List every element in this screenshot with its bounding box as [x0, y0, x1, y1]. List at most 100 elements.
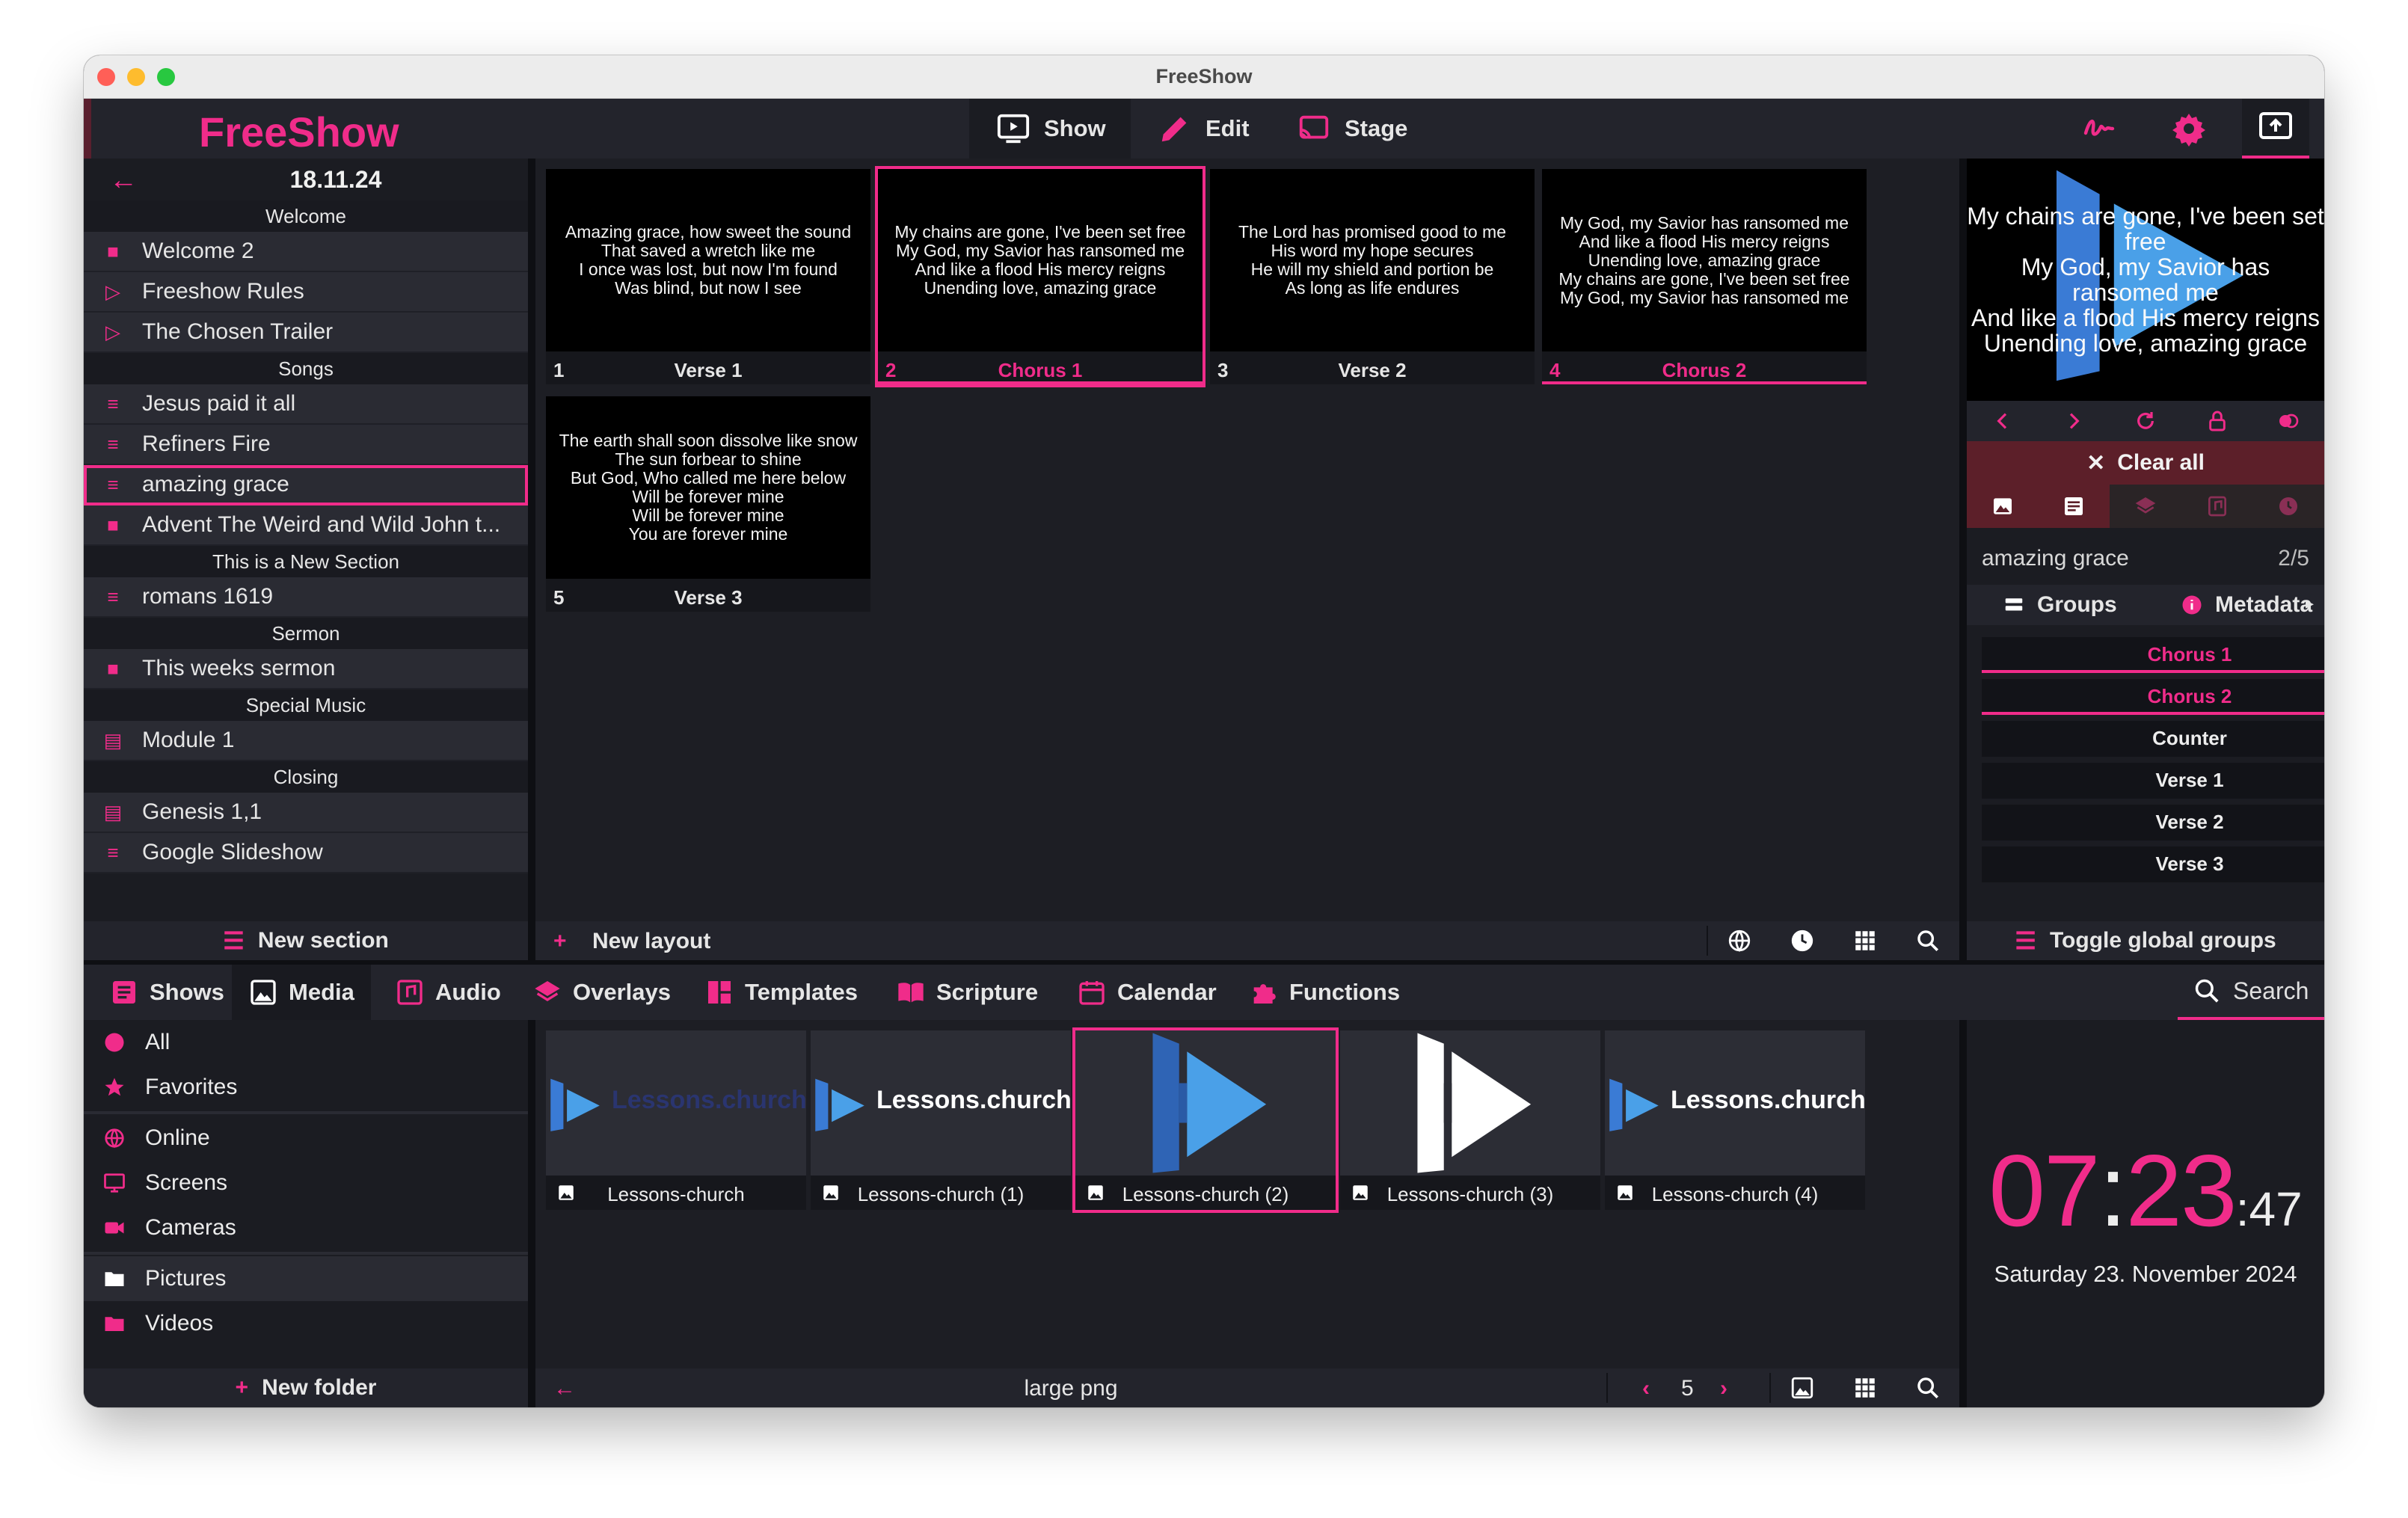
slide-number: 5	[553, 586, 565, 609]
tab-media[interactable]: Media	[232, 965, 371, 1020]
slide-text: The earth shall soon dissolve like snow T…	[559, 431, 858, 544]
media-item[interactable]: Lessons-church (3)	[1340, 1030, 1600, 1210]
new-layout-button[interactable]: New layout	[592, 929, 710, 954]
chevron-left-icon[interactable]: ‹	[1642, 1376, 1650, 1401]
grid-button[interactable]	[1834, 921, 1896, 960]
project-item[interactable]: ■ Advent The Weird and Wild John t...	[84, 506, 528, 546]
toggle-global-groups-button[interactable]: ☰ Toggle global groups	[1967, 921, 2324, 960]
media-nav-item[interactable]: Favorites	[84, 1065, 528, 1110]
clear-timer-button[interactable]	[2252, 485, 2324, 528]
calendar-icon	[1079, 981, 1105, 1005]
media-nav-item[interactable]: Videos	[84, 1301, 528, 1346]
media-nav-item[interactable]: Online	[84, 1116, 528, 1161]
slide-card[interactable]: The Lord has promised good to me His word…	[1210, 169, 1535, 384]
preview-line: And like a flood His mercy reigns	[1971, 304, 2320, 331]
project-item[interactable]: ▤ Module 1	[84, 721, 528, 761]
panel-divider	[1959, 159, 1967, 960]
layers-icon	[2135, 497, 2156, 514]
chevron-left-icon[interactable]	[1991, 409, 2015, 433]
output-preview[interactable]: My chains are gone, I've been set free My…	[1967, 159, 2324, 401]
zoom-button[interactable]	[1896, 1368, 1959, 1407]
slide-group-name: Chorus 2	[1662, 359, 1747, 381]
search-input[interactable]: Search	[2178, 965, 2324, 1020]
project-item[interactable]: ≡ romans 1619	[84, 577, 528, 618]
chevron-right-icon[interactable]: ›	[1720, 1376, 1727, 1401]
clear-overlays-button[interactable]	[2110, 485, 2181, 528]
slide-card[interactable]: My God, my Savior has ransomed me And lik…	[1542, 169, 1867, 384]
tab-templates[interactable]: Templates	[704, 965, 858, 1020]
music-icon	[397, 980, 423, 1005]
new-section-button[interactable]: ☰ New section	[84, 921, 528, 960]
project-item[interactable]: ≡ Jesus paid it all	[84, 384, 528, 425]
project-item[interactable]: ▷ Freeshow Rules	[84, 272, 528, 313]
lock-icon[interactable]	[2205, 409, 2229, 433]
project-item[interactable]: ≡ Refiners Fire	[84, 425, 528, 465]
toggle-icon[interactable]	[2276, 409, 2300, 433]
slide-card[interactable]: The earth shall soon dissolve like snow T…	[546, 396, 870, 612]
output-button[interactable]	[2242, 99, 2309, 159]
image-view-button[interactable]	[1771, 1368, 1834, 1407]
media-item[interactable]: Lessons.church Lessons-church	[546, 1030, 806, 1210]
group-item[interactable]: Verse 1	[1982, 763, 2324, 799]
clear-audio-button[interactable]	[2181, 485, 2253, 528]
clear-background-button[interactable]	[1967, 485, 2039, 528]
zoom-button[interactable]	[1896, 921, 1959, 960]
media-thumbnail	[1340, 1030, 1600, 1176]
globe-button[interactable]	[1708, 921, 1771, 960]
slide-preview: The earth shall soon dissolve like snow T…	[546, 396, 870, 579]
group-item[interactable]: Verse 3	[1982, 846, 2324, 882]
output-controls	[1967, 401, 2324, 441]
clock-button[interactable]	[1771, 921, 1834, 960]
media-item[interactable]: Lessons.church Lessons-church (1)	[811, 1030, 1071, 1210]
chevron-right-icon[interactable]: ▸	[2306, 594, 2314, 613]
media-nav-item[interactable]: Pictures	[84, 1256, 528, 1301]
slide-group-name: Verse 2	[1338, 359, 1407, 381]
tab-functions[interactable]: Functions	[1249, 965, 1400, 1020]
media-nav-item[interactable]: All	[84, 1020, 528, 1065]
clear-all-button[interactable]: ✕ Clear all	[1967, 441, 2324, 485]
group-item[interactable]: Chorus 1	[1982, 637, 2324, 673]
media-nav-item[interactable]: Screens	[84, 1161, 528, 1205]
tab-show[interactable]: Show	[969, 99, 1131, 159]
tab-stage[interactable]: Stage	[1270, 99, 1427, 159]
folder-icon	[103, 1267, 126, 1290]
slide-preview: My chains are gone, I've been set free My…	[878, 169, 1203, 351]
tab-overlays[interactable]: Overlays	[532, 965, 671, 1020]
image-icon	[1791, 1377, 1813, 1399]
tab-calendar[interactable]: Calendar	[1077, 965, 1217, 1020]
slide-card[interactable]: My chains are gone, I've been set free My…	[875, 166, 1205, 387]
media-caption: Lessons-church (3)	[1340, 1176, 1600, 1210]
group-item[interactable]: Counter	[1982, 721, 2324, 757]
slide-card[interactable]: Amazing grace, how sweet the sound That s…	[546, 169, 870, 384]
slide-line: And like a flood His mercy reigns	[1579, 231, 1830, 251]
project-item-label: Welcome 2	[142, 239, 254, 263]
project-item[interactable]: ■ Welcome 2	[84, 232, 528, 272]
group-item[interactable]: Chorus 2	[1982, 679, 2324, 715]
group-item[interactable]: Verse 2	[1982, 805, 2324, 841]
tab-metadata[interactable]: Metadata	[2181, 585, 2312, 625]
grid-button[interactable]	[1834, 1368, 1896, 1407]
panel-divider	[528, 159, 535, 960]
tab-groups[interactable]: Groups	[2003, 585, 2117, 625]
project-item[interactable]: ▷ The Chosen Trailer	[84, 313, 528, 353]
tab-audio[interactable]: Audio	[395, 965, 501, 1020]
grid-icon	[1855, 931, 1875, 950]
chevron-right-icon[interactable]	[2062, 409, 2086, 433]
signature-button[interactable]	[2065, 99, 2133, 159]
project-item[interactable]: ≡ Google Slideshow	[84, 833, 528, 873]
new-folder-button[interactable]: + New folder	[84, 1368, 528, 1407]
clear-slide-button[interactable]	[2038, 485, 2110, 528]
slide-text: The Lord has promised good to me His word…	[1238, 223, 1506, 298]
settings-button[interactable]	[2155, 99, 2223, 159]
media-item[interactable]: Lessons-church (2)	[1072, 1027, 1339, 1213]
tab-stage-label: Stage	[1345, 115, 1408, 141]
refresh-icon[interactable]	[2134, 409, 2157, 433]
project-item[interactable]: ■ This weeks sermon	[84, 649, 528, 689]
tab-edit[interactable]: Edit	[1131, 99, 1270, 159]
media-item[interactable]: Lessons.church Lessons-church (4)	[1605, 1030, 1865, 1210]
tab-shows[interactable]: Shows	[100, 965, 233, 1020]
project-item[interactable]: ▤ Genesis 1,1	[84, 793, 528, 833]
project-item[interactable]: ≡ amazing grace	[84, 465, 528, 506]
media-nav-item[interactable]: Cameras	[84, 1205, 528, 1250]
tab-scripture[interactable]: Scripture	[896, 965, 1038, 1020]
